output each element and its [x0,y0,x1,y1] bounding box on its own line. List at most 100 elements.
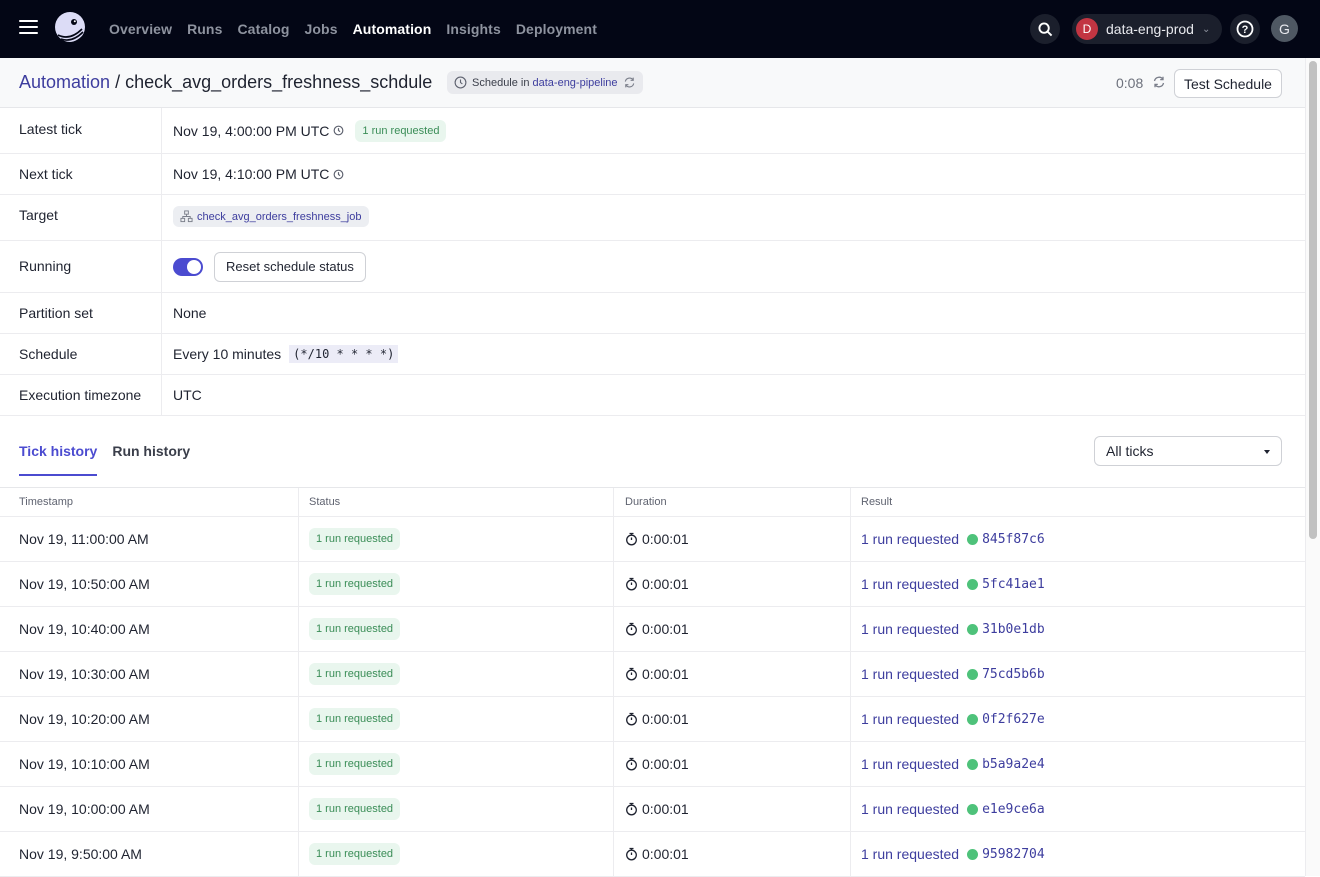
detail-label: Running [0,241,162,292]
run-id-link[interactable]: 95982704 [982,847,1045,862]
table-row: Nov 19, 10:10:00 AM 1 run requested 0:00… [0,742,1305,787]
run-id-link[interactable]: b5a9a2e4 [982,757,1045,772]
cron-expression: (*/10 * * * *) [289,345,399,363]
next-tick-time: Nov 19, 4:10:00 PM UTC [173,166,330,182]
tick-result-cell: 1 run requested 5fc41ae1 [851,562,1305,606]
test-schedule-button[interactable]: Test Schedule [1174,69,1282,98]
tick-duration: 0:00:01 [642,801,689,817]
run-id-link[interactable]: e1e9ce6a [982,802,1045,817]
detail-value: Reset schedule status [162,241,366,292]
reload-repository-icon[interactable] [623,76,636,89]
table-row: Nov 19, 10:00:00 AM 1 run requested 0:00… [0,787,1305,832]
tick-filter-select[interactable]: All ticks [1094,436,1282,466]
tick-result-cell: 1 run requested e1e9ce6a [851,787,1305,831]
tick-status-badge[interactable]: 1 run requested [309,843,401,865]
tick-timestamp-text: Nov 19, 10:40:00 AM [19,621,150,637]
history-tabs: Tick history Run history [19,443,190,476]
latest-tick-status-badge[interactable]: 1 run requested [355,119,447,142]
tick-status-cell: 1 run requested [299,787,614,831]
table-row: Nov 19, 11:00:00 AM 1 run requested 0:00… [0,517,1305,562]
nav-automation[interactable]: Automation [353,21,432,37]
run-id-link[interactable]: 845f87c6 [982,532,1045,547]
table-row: Nov 19, 10:50:00 AM 1 run requested 0:00… [0,562,1305,607]
breadcrumb-automation-link[interactable]: Automation [19,72,110,93]
tick-status-badge[interactable]: 1 run requested [309,798,401,820]
schedule-description: Every 10 minutes [173,346,282,362]
nav-deployment[interactable]: Deployment [516,21,597,37]
tick-timestamp-text: Nov 19, 10:50:00 AM [19,576,150,592]
tick-timestamp: Nov 19, 10:50:00 AM [0,562,299,606]
run-id-link[interactable]: 0f2f627e [982,712,1045,727]
tick-result-link[interactable]: 1 run requested [861,846,959,862]
table-row: Nov 19, 10:40:00 AM 1 run requested 0:00… [0,607,1305,652]
reset-schedule-status-button[interactable]: Reset schedule status [214,251,366,282]
tick-result-link[interactable]: 1 run requested [861,711,959,727]
tick-timestamp: Nov 19, 10:40:00 AM [0,607,299,651]
tick-status-badge[interactable]: 1 run requested [309,528,401,550]
tick-result-link[interactable]: 1 run requested [861,531,959,547]
tick-status-badge[interactable]: 1 run requested [309,618,401,640]
detail-label: Execution timezone [0,375,162,415]
run-status-success-icon [967,623,979,635]
running-toggle[interactable] [173,257,203,276]
repository-link[interactable]: data-eng-pipeline [533,77,618,89]
tick-duration-cell: 0:00:01 [614,787,851,831]
tick-duration-cell: 0:00:01 [614,697,851,741]
tick-status-badge[interactable]: 1 run requested [309,573,401,595]
scrollbar-thumb[interactable] [1309,61,1317,539]
target-job-link[interactable]: check_avg_orders_freshness_job [173,206,369,227]
nav-runs[interactable]: Runs [187,21,222,37]
detail-label: Latest tick [0,108,162,153]
page-header: Automation / check_avg_orders_freshness_… [0,58,1305,108]
tab-run-history[interactable]: Run history [112,443,190,476]
refresh-icon[interactable] [1152,75,1166,89]
tick-result-cell: 1 run requested 31b0e1db [851,607,1305,651]
tick-filter-value: All ticks [1106,443,1154,459]
run-id-link[interactable]: 5fc41ae1 [982,577,1045,592]
tick-status-badge[interactable]: 1 run requested [309,663,401,685]
table-row: Nov 19, 10:20:00 AM 1 run requested 0:00… [0,697,1305,742]
tick-timestamp-text: Nov 19, 10:00:00 AM [19,801,150,817]
detail-row-next-tick: Next tick Nov 19, 4:10:00 PM UTC [0,154,1305,195]
caret-down-icon [1264,450,1270,454]
tick-status-badge[interactable]: 1 run requested [309,708,401,730]
page-scrollbar[interactable] [1305,58,1320,876]
stopwatch-icon [626,577,637,591]
chevron-down-icon: ⌄ [1201,23,1211,35]
nav-overview[interactable]: Overview [109,21,172,37]
tick-result-link[interactable]: 1 run requested [861,576,959,592]
dagster-logo-icon[interactable] [52,11,88,47]
job-icon [180,210,193,223]
help-button[interactable]: ? [1230,14,1260,44]
tab-tick-history[interactable]: Tick history [19,443,98,476]
tick-status-badge[interactable]: 1 run requested [309,753,401,775]
nav-catalog[interactable]: Catalog [237,21,289,37]
tick-timestamp-text: Nov 19, 10:10:00 AM [19,756,150,772]
table-row: Nov 19, 10:30:00 AM 1 run requested 0:00… [0,652,1305,697]
tick-status-cell: 1 run requested [299,832,614,876]
nav-insights[interactable]: Insights [446,21,500,37]
tick-status-cell: 1 run requested [299,742,614,786]
tick-result-link[interactable]: 1 run requested [861,666,959,682]
tick-result-link[interactable]: 1 run requested [861,756,959,772]
breadcrumb: Automation / check_avg_orders_freshness_… [19,72,432,93]
run-status-success-icon [967,713,979,725]
latest-tick-time: Nov 19, 4:00:00 PM UTC [173,122,330,139]
nav-jobs[interactable]: Jobs [305,21,338,37]
detail-label: Target [0,195,162,240]
run-status-success-icon [967,533,979,545]
run-id-link[interactable]: 31b0e1db [982,622,1045,637]
tick-duration: 0:00:01 [642,756,689,772]
tick-result-link[interactable]: 1 run requested [861,801,959,817]
run-id-link[interactable]: 75cd5b6b [982,667,1045,682]
search-button[interactable] [1030,14,1060,44]
user-avatar[interactable]: G [1271,15,1298,42]
top-navigation-bar: Overview Runs Catalog Jobs Automation In… [0,0,1320,58]
menu-icon[interactable] [19,20,38,36]
detail-row-running: Running Reset schedule status [0,241,1305,293]
deployment-switcher[interactable]: D data-eng-prod ⌄ [1072,14,1222,44]
column-header-status: Status [299,488,614,516]
tick-timestamp: Nov 19, 9:50:00 AM [0,832,299,876]
main-nav: Overview Runs Catalog Jobs Automation In… [109,0,597,58]
tick-result-link[interactable]: 1 run requested [861,621,959,637]
